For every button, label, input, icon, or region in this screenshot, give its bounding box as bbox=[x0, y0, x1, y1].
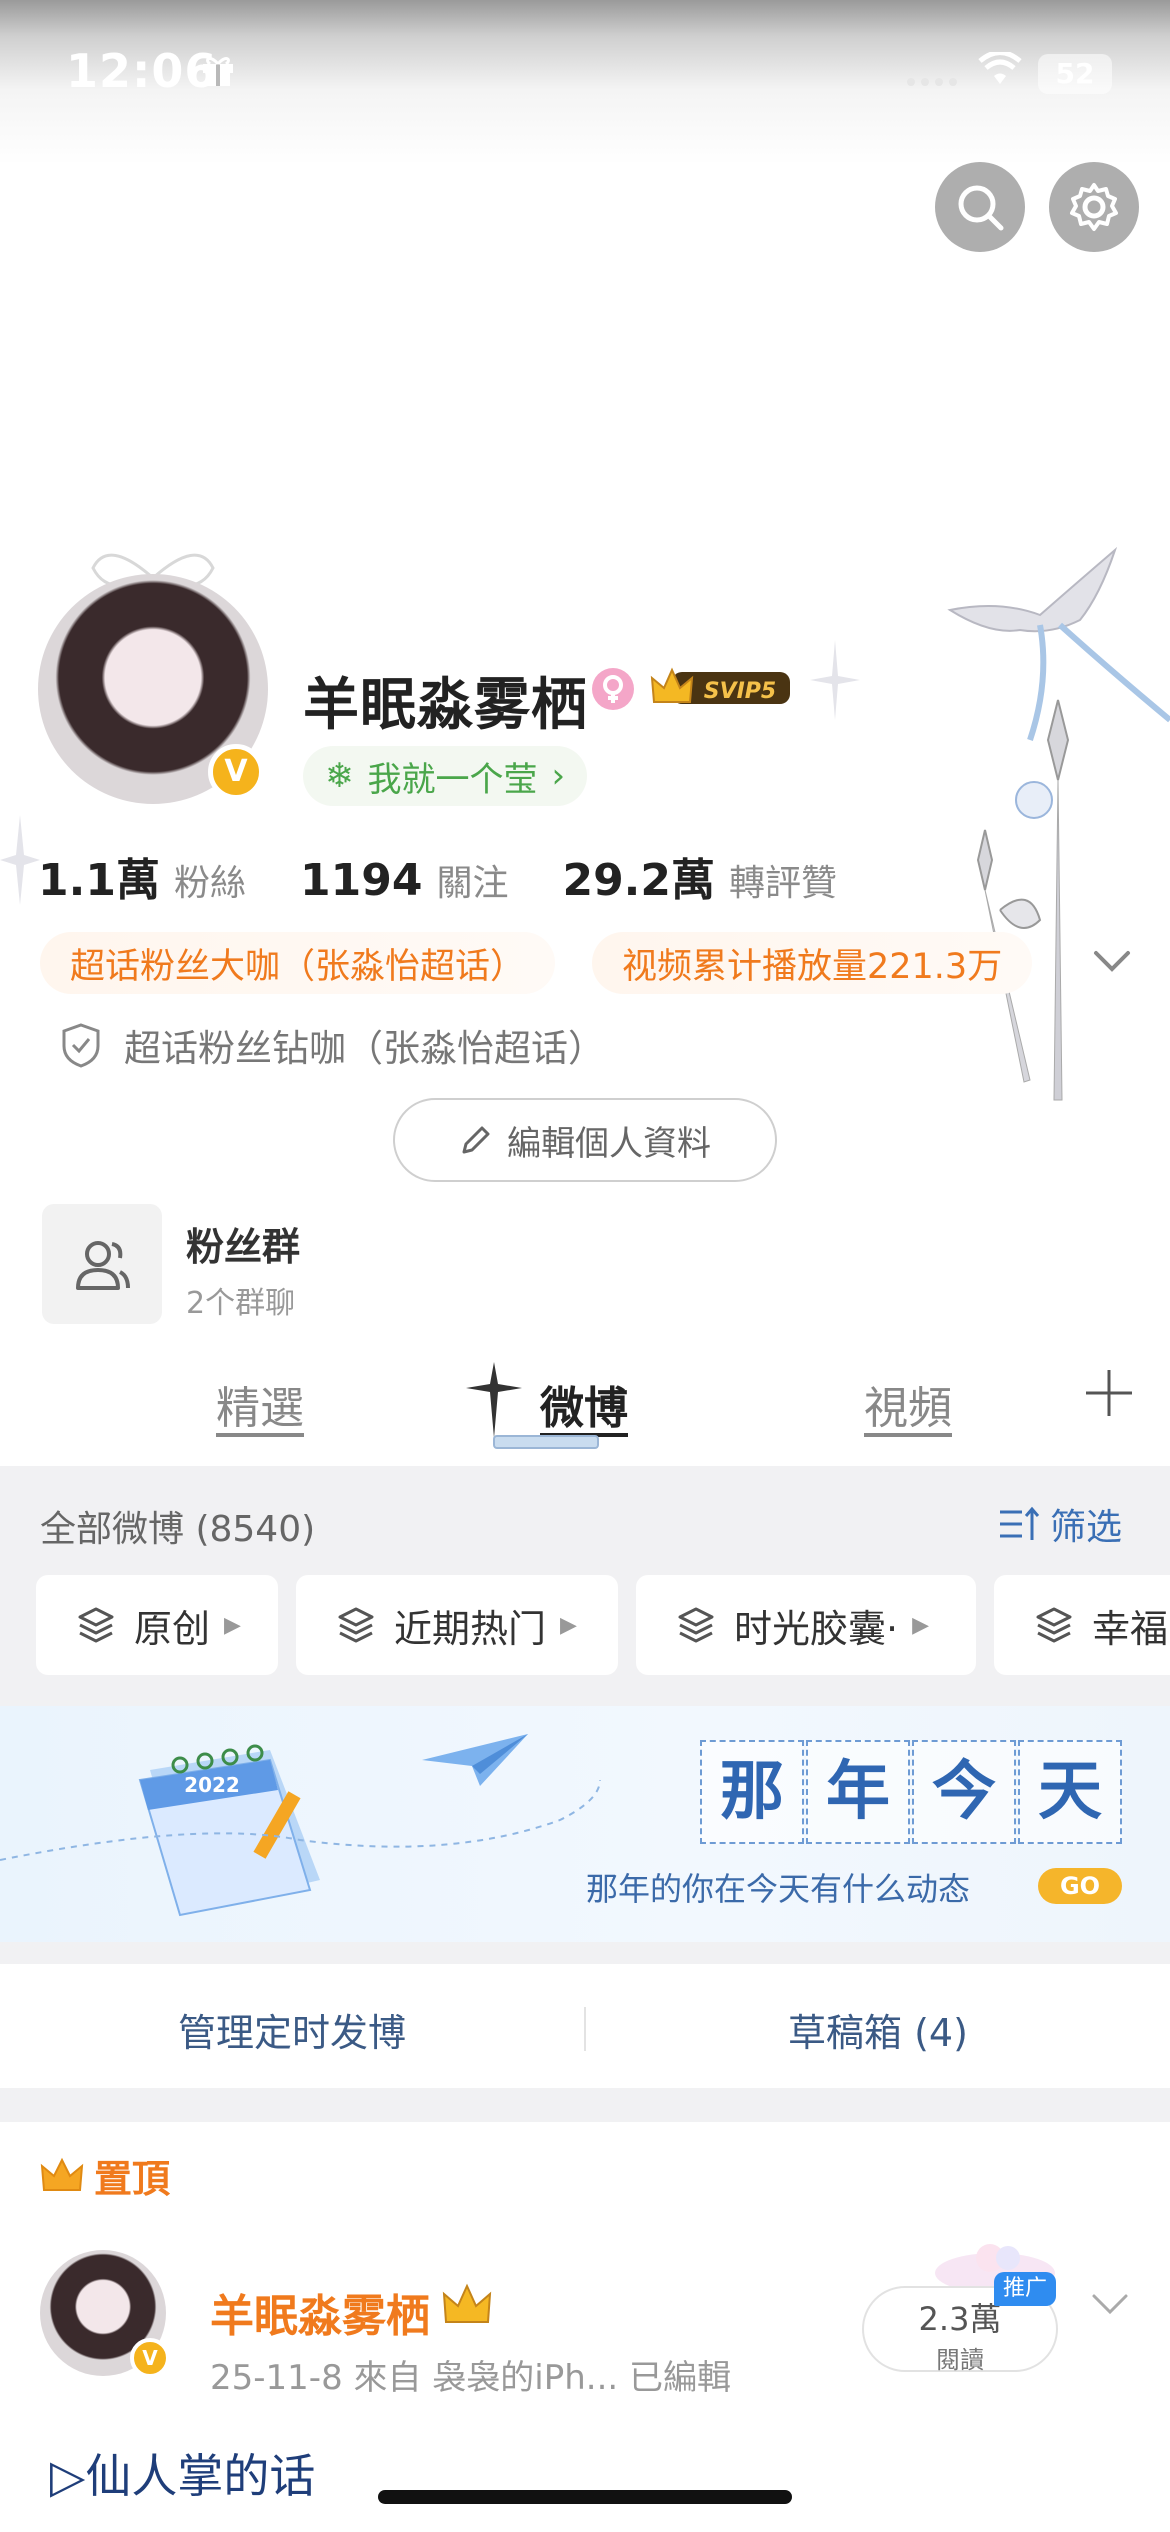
filter-icon bbox=[1000, 1506, 1040, 1540]
verified-badge: V bbox=[130, 2338, 170, 2378]
sparkle-icon bbox=[0, 815, 40, 905]
profile-stats: 1.1萬 粉絲 1194 關注 29.2萬 轉評贊 bbox=[38, 844, 891, 908]
post-text: ▷仙人掌的话 bbox=[50, 2449, 316, 2503]
tab-weibo[interactable]: 微博 bbox=[540, 1372, 628, 1436]
banner-char: 今 bbox=[912, 1740, 1016, 1844]
settings-button[interactable] bbox=[1049, 162, 1139, 252]
followers-count[interactable]: 1.1萬 bbox=[38, 844, 160, 908]
filter-label: 筛选 bbox=[1050, 1507, 1123, 1548]
shield-icon bbox=[62, 1023, 100, 1068]
post-author-name[interactable]: 羊眠淼雾栖 bbox=[210, 2280, 430, 2344]
back-icon[interactable] bbox=[30, 175, 80, 235]
search-icon bbox=[958, 185, 1004, 231]
status-time: 12:06 bbox=[66, 44, 218, 98]
scheduled-posts-button[interactable]: 管理定时发博 bbox=[0, 2002, 584, 2057]
chevron-right-icon: › bbox=[551, 756, 566, 796]
banner-subtitle: 那年的你在今天有什么动态 bbox=[586, 1870, 971, 1908]
fan-group-icon-box[interactable] bbox=[42, 1204, 162, 1324]
verified-badge: V bbox=[208, 744, 264, 800]
pinned-label: 置頂 bbox=[40, 2148, 170, 2203]
caret-right-icon: ▶ bbox=[560, 1612, 577, 1638]
decoration-illustration bbox=[947, 546, 1170, 1101]
sparkle-icon bbox=[810, 640, 860, 720]
post-actions-bar: 管理定时发博 草稿箱 (4) bbox=[0, 1970, 1170, 2088]
edit-profile-label: 編輯個人資料 bbox=[507, 1123, 711, 1164]
snowflake-icon: ❄ bbox=[325, 756, 354, 796]
badge-text: 超话粉丝钻咖（张淼怡超话） bbox=[124, 1027, 605, 1070]
dashed-path-decoration bbox=[0, 1779, 601, 1861]
crown-icon bbox=[40, 2157, 84, 2191]
likes-label[interactable]: 轉評贊 bbox=[729, 854, 837, 906]
home-indicator[interactable] bbox=[378, 2490, 792, 2504]
tab-active-ribbon bbox=[493, 1435, 599, 1449]
tab-featured[interactable]: 精選 bbox=[216, 1372, 304, 1436]
pinned-text: 置頂 bbox=[94, 2157, 171, 2201]
chip-supertopic-fan[interactable]: 超话粉丝大咖（张淼怡超话） bbox=[40, 932, 556, 994]
caret-right-icon: ▶ bbox=[224, 1612, 241, 1638]
chevron-down-icon[interactable] bbox=[1090, 2290, 1130, 2318]
reads-label: 閱讀 bbox=[936, 2346, 984, 2374]
wifi-icon bbox=[978, 52, 1022, 84]
tab-videos[interactable]: 視頻 bbox=[864, 1372, 952, 1436]
female-gender-icon bbox=[592, 668, 634, 710]
cross-decoration-icon bbox=[466, 1362, 522, 1438]
chip-video-plays[interactable]: 视频累计播放量221.3万 bbox=[592, 932, 1033, 994]
filter-tab-label: 幸福 bbox=[1092, 1606, 1169, 1651]
gift-icon bbox=[203, 57, 233, 86]
edit-profile-button[interactable]: 編輯個人資料 bbox=[393, 1098, 777, 1182]
chevron-down-icon[interactable] bbox=[1090, 945, 1134, 977]
fan-group-subtitle: 2个群聊 bbox=[186, 1286, 296, 1321]
banner-char: 那 bbox=[700, 1740, 804, 1844]
signature-text: 我就一个莹 bbox=[367, 759, 538, 800]
filter-tab-happiness[interactable]: 幸福 bbox=[994, 1575, 1170, 1675]
section-separator bbox=[0, 2088, 1170, 2122]
fan-group-title[interactable]: 粉丝群 bbox=[186, 1216, 300, 1271]
search-button[interactable] bbox=[935, 162, 1025, 252]
battery-indicator: 52 bbox=[1038, 54, 1112, 94]
banner-char: 年 bbox=[806, 1740, 910, 1844]
pencil-icon bbox=[462, 1126, 490, 1154]
caret-right-icon: ▶ bbox=[912, 1612, 930, 1638]
filter-tab-label: 时光胶囊· bbox=[734, 1606, 899, 1651]
promote-badge[interactable]: 推广 bbox=[994, 2272, 1056, 2306]
signal-icon bbox=[907, 78, 957, 86]
drafts-button[interactable]: 草稿箱 (4) bbox=[586, 2002, 1170, 2057]
badge-row[interactable]: 超话粉丝钻咖（张淼怡超话） bbox=[60, 1018, 605, 1072]
gear-icon bbox=[1070, 183, 1118, 231]
add-tab-icon[interactable] bbox=[1082, 1366, 1136, 1420]
followers-label[interactable]: 粉絲 bbox=[174, 854, 246, 906]
filter-tab-label: 原创 bbox=[134, 1606, 211, 1651]
profile-name: 羊眠淼雾栖 bbox=[303, 673, 588, 738]
banner-char: 天 bbox=[1018, 1740, 1122, 1844]
following-count[interactable]: 1194 bbox=[300, 855, 422, 906]
filter-tab-time-capsule[interactable]: 时光胶囊· ▶ bbox=[636, 1575, 976, 1675]
filter-tab-recent-hot[interactable]: 近期热门 ▶ bbox=[296, 1575, 618, 1675]
people-icon bbox=[76, 1241, 130, 1290]
following-label[interactable]: 關注 bbox=[436, 854, 508, 906]
layers-icon bbox=[78, 1607, 114, 1643]
filter-tab-label: 近期热门 bbox=[394, 1606, 547, 1651]
layers-icon bbox=[1036, 1607, 1072, 1643]
filter-tab-original[interactable]: 原创 ▶ bbox=[36, 1575, 278, 1675]
svip-badge[interactable]: SVIP5 bbox=[648, 664, 794, 712]
filter-button[interactable]: 筛选 bbox=[998, 1498, 1122, 1550]
svip-label: SVIP5 bbox=[704, 679, 777, 704]
signature-tag[interactable]: ❄ 我就一个莹 › bbox=[303, 746, 588, 806]
go-button[interactable]: GO bbox=[1038, 1868, 1122, 1904]
all-weibo-count: 全部微博 (8540) bbox=[40, 1509, 316, 1550]
likes-count[interactable]: 29.2萬 bbox=[562, 844, 715, 908]
post-meta: 25-11-8 來自 袅袅的iPh... 已編輯 bbox=[210, 2358, 732, 2398]
layers-icon bbox=[338, 1607, 374, 1643]
crown-icon bbox=[442, 2283, 492, 2323]
layers-icon bbox=[678, 1607, 714, 1643]
